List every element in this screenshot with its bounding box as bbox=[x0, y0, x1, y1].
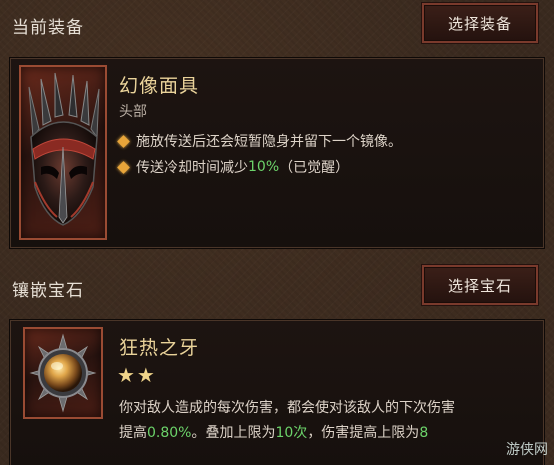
effect-text: 施放传送后还会短暂隐身并留下一个镜像。 bbox=[136, 134, 402, 150]
equipment-item-slot-type: 头部 bbox=[119, 104, 147, 120]
equipment-section-title: 当前装备 bbox=[12, 18, 84, 38]
watermark: 游侠网 bbox=[506, 439, 548, 459]
equipment-panel: 幻像面具 头部 施放传送后还会短暂隐身并留下一个镜像。 传送冷却时间减少 10%… bbox=[10, 58, 544, 248]
gem-description-line-1: 你对敌人造成的每次伤害，都会使对该敌人的下次伤害 bbox=[119, 400, 455, 416]
desc-text: 。叠加上限为 bbox=[191, 425, 276, 441]
desc-highlight-value: 8 bbox=[419, 425, 429, 441]
gem-icon bbox=[29, 333, 97, 413]
effect-suffix: （已觉醒） bbox=[279, 160, 350, 176]
desc-text: 提高 bbox=[119, 425, 147, 441]
equipment-item-slot[interactable] bbox=[19, 65, 107, 240]
select-equipment-button[interactable]: 选择装备 bbox=[422, 3, 538, 43]
equipment-item-name: 幻像面具 bbox=[119, 75, 200, 97]
effect-highlight-value: 10% bbox=[248, 159, 280, 175]
equipment-effect-1: 施放传送后还会短暂隐身并留下一个镜像。 bbox=[117, 131, 402, 151]
diamond-bullet-icon bbox=[117, 160, 130, 174]
effect-prefix: 传送冷却时间减少 bbox=[136, 160, 248, 176]
diamond-bullet-icon bbox=[117, 134, 130, 148]
desc-text: ，伤害提高上限为 bbox=[307, 425, 420, 441]
watermark-text: 游侠网 bbox=[506, 442, 548, 458]
gem-star-rating: ★★ bbox=[117, 363, 157, 387]
desc-highlight-value: 0.80% bbox=[147, 425, 192, 441]
gem-panel: 狂热之牙 ★★ 你对敌人造成的每次伤害，都会使对该敌人的下次伤害 提高0.80%… bbox=[10, 320, 544, 465]
select-gem-button[interactable]: 选择宝石 bbox=[422, 265, 538, 305]
helmet-icon bbox=[28, 72, 100, 226]
gem-item-slot[interactable] bbox=[23, 327, 103, 419]
desc-highlight-value: 10次 bbox=[275, 425, 308, 441]
gem-section-title: 镶嵌宝石 bbox=[12, 281, 84, 301]
gem-description-line-2: 提高0.80%。叠加上限为10次，伤害提高上限为8 bbox=[119, 422, 428, 442]
equipment-effect-2: 传送冷却时间减少 10% （已觉醒） bbox=[117, 157, 350, 177]
gem-name: 狂热之牙 bbox=[119, 337, 200, 359]
